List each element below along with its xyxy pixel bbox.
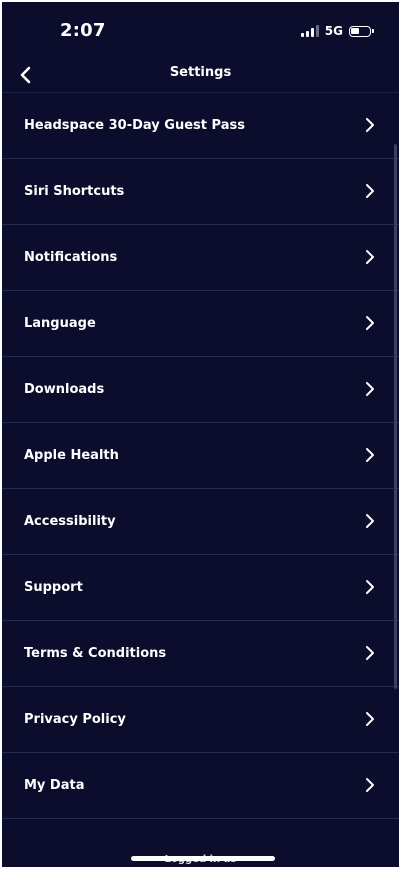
battery-level <box>351 27 359 34</box>
home-indicator[interactable] <box>131 856 275 861</box>
settings-item-downloads[interactable]: Downloads <box>2 357 399 423</box>
settings-item-language[interactable]: Language <box>2 291 399 357</box>
status-bar: 2:07 5G <box>2 2 399 58</box>
status-indicators: 5G <box>300 24 374 38</box>
settings-item-label: Downloads <box>24 382 105 397</box>
settings-item-label: My Data <box>24 778 85 793</box>
settings-item-terms[interactable]: Terms & Conditions <box>2 621 399 687</box>
chevron-right-icon <box>366 448 374 462</box>
settings-item-label: Support <box>24 580 83 595</box>
nav-bar: Settings <box>2 58 399 92</box>
scrollbar[interactable] <box>394 144 397 689</box>
chevron-right-icon <box>366 778 374 792</box>
settings-item-label: Accessibility <box>24 514 116 529</box>
chevron-right-icon <box>366 118 374 132</box>
settings-item-support[interactable]: Support <box>2 555 399 621</box>
settings-item-accessibility[interactable]: Accessibility <box>2 489 399 555</box>
settings-item-label: Apple Health <box>24 448 119 463</box>
settings-item-label: Language <box>24 316 96 331</box>
chevron-right-icon <box>366 382 374 396</box>
status-time: 2:07 <box>60 20 106 41</box>
chevron-right-icon <box>366 316 374 330</box>
settings-item-label: Terms & Conditions <box>24 646 167 661</box>
settings-item-label: Notifications <box>24 250 118 265</box>
settings-item-label: Privacy Policy <box>24 712 126 727</box>
chevron-right-icon <box>366 250 374 264</box>
settings-list: Headspace 30-Day Guest Pass Siri Shortcu… <box>2 93 399 819</box>
chevron-right-icon <box>366 514 374 528</box>
chevron-right-icon <box>366 712 374 726</box>
network-type: 5G <box>324 24 343 38</box>
settings-item-siri-shortcuts[interactable]: Siri Shortcuts <box>2 159 399 225</box>
cellular-signal-icon <box>300 25 319 37</box>
settings-item-my-data[interactable]: My Data <box>2 753 399 819</box>
settings-item-label: Siri Shortcuts <box>24 184 125 199</box>
chevron-right-icon <box>366 184 374 198</box>
battery-icon <box>349 25 374 37</box>
settings-item-label: Headspace 30-Day Guest Pass <box>24 118 245 133</box>
settings-item-notifications[interactable]: Notifications <box>2 225 399 291</box>
chevron-right-icon <box>366 580 374 594</box>
page-title: Settings <box>169 65 232 80</box>
settings-item-apple-health[interactable]: Apple Health <box>2 423 399 489</box>
settings-item-privacy-policy[interactable]: Privacy Policy <box>2 687 399 753</box>
settings-screen: 2:07 5G Settings Headspace 30-Day Guest … <box>2 2 399 867</box>
settings-item-guest-pass[interactable]: Headspace 30-Day Guest Pass <box>2 93 399 159</box>
chevron-right-icon <box>366 646 374 660</box>
